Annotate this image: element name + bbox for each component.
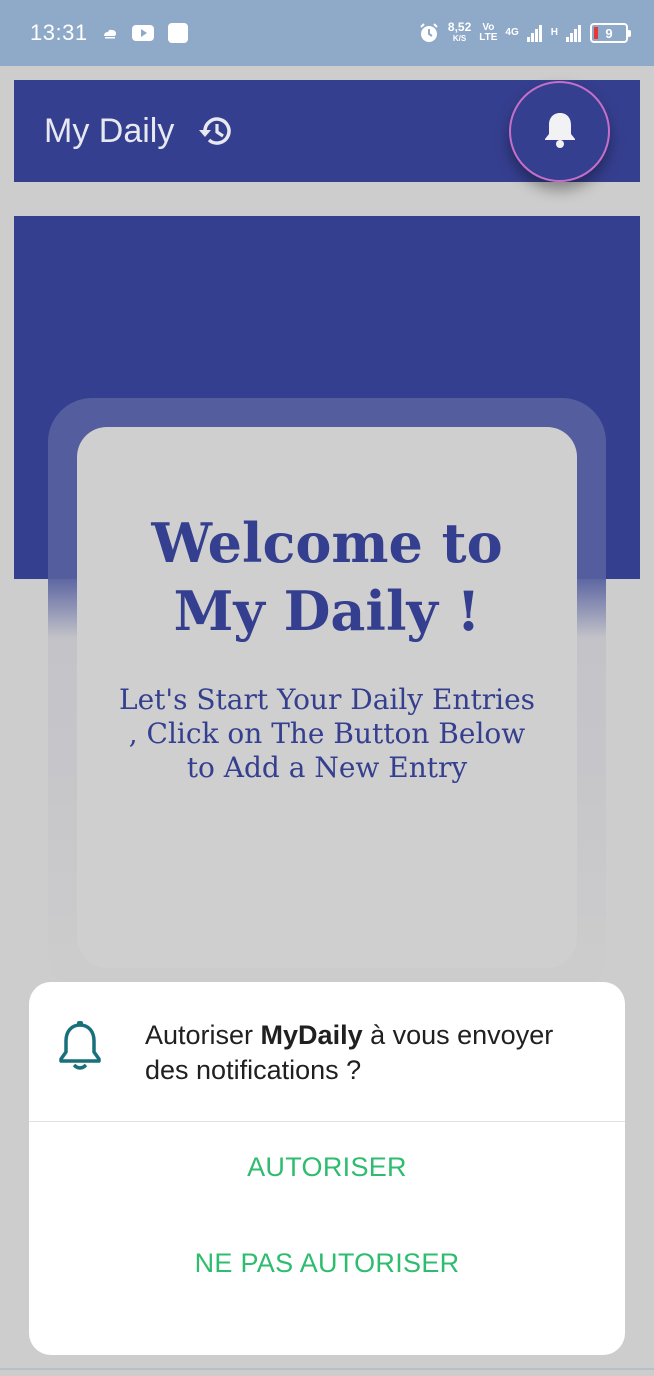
- net-speed-value: 8,52: [447, 20, 472, 34]
- bell-icon: [543, 110, 577, 153]
- history-icon[interactable]: [196, 113, 236, 149]
- welcome-title: Welcome to My Daily !: [151, 511, 503, 643]
- alarm-icon: [418, 22, 440, 44]
- net-speed-unit: K/S: [452, 34, 467, 43]
- status-left: 13:31: [30, 20, 188, 46]
- notification-permission-dialog: Autoriser MyDaily à vous envoyer des not…: [29, 982, 625, 1355]
- app-title: My Daily: [44, 111, 175, 150]
- dialog-message-prefix: Autoriser: [145, 1020, 261, 1050]
- welcome-card: Welcome to My Daily ! Let's Start Your D…: [77, 427, 577, 968]
- network-type: 4G: [505, 28, 518, 38]
- battery-level: 9: [605, 25, 613, 41]
- allow-button[interactable]: AUTORISER: [29, 1152, 625, 1183]
- signal-icon: [566, 24, 582, 42]
- bell-outline-icon: [57, 1020, 103, 1072]
- status-time: 13:31: [30, 20, 88, 45]
- status-right: 8,52 K/S Vo LTE 4G H 9: [418, 20, 631, 44]
- notification-button[interactable]: [509, 81, 610, 182]
- dialog-header: Autoriser MyDaily à vous envoyer des not…: [29, 982, 625, 1122]
- bottom-divider: [0, 1368, 654, 1370]
- youtube-icon: [131, 25, 154, 41]
- battery-low-fill: [594, 27, 598, 39]
- battery-icon: 9: [590, 23, 631, 43]
- signal-icon: [526, 24, 543, 42]
- volte-bottom: LTE: [479, 32, 498, 43]
- dialog-app-name: MyDaily: [260, 1020, 363, 1050]
- network-type-label: 4G: [505, 27, 519, 38]
- status-bar: 13:31 8,52 K/S Vo LTE 4G H 9: [0, 0, 654, 66]
- weather-icon: [102, 26, 118, 40]
- app-square-icon: [167, 23, 188, 43]
- net-speed: 8,52 K/S: [447, 20, 472, 44]
- welcome-subtitle: Let's Start Your Daily Entries , Click o…: [118, 683, 536, 784]
- sim2-network-type: H: [551, 28, 558, 38]
- dialog-message: Autoriser MyDaily à vous envoyer des not…: [145, 1018, 595, 1088]
- volte-indicator: Vo LTE: [479, 23, 497, 43]
- sim2-network-type-label: H: [550, 27, 558, 38]
- deny-button[interactable]: NE PAS AUTORISER: [29, 1248, 625, 1279]
